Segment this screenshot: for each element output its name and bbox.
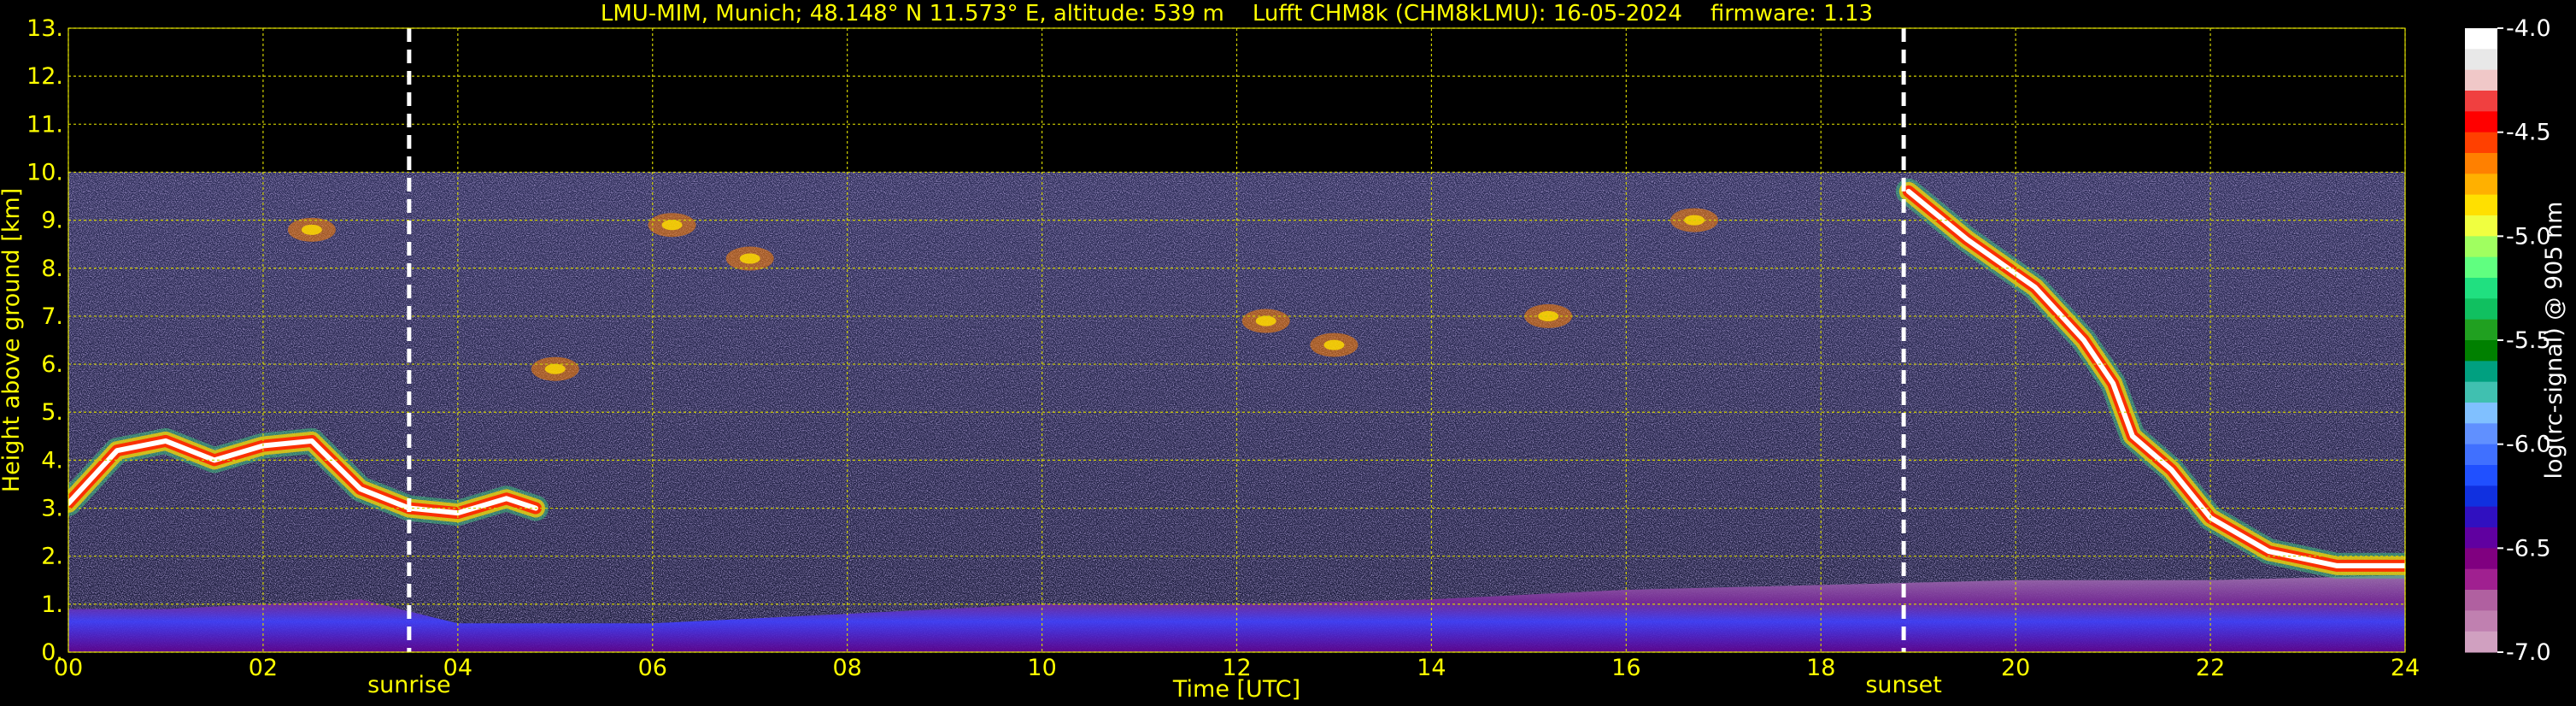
- x-tick-label: 18: [1806, 655, 1835, 681]
- colorbar-segment: [2465, 91, 2497, 112]
- colorbar-segment: [2465, 298, 2497, 321]
- colorbar-segment: [2465, 194, 2497, 216]
- colorbar-segment: [2465, 381, 2497, 403]
- sunset-label: sunset: [1865, 672, 1942, 698]
- colorbar-segment: [2465, 132, 2497, 154]
- cirrus-core: [1323, 339, 1345, 350]
- colorbar-segment: [2465, 236, 2497, 258]
- sunrise-label: sunrise: [367, 672, 451, 698]
- x-tick-label: 08: [832, 655, 861, 681]
- colorbar-segment: [2465, 69, 2497, 91]
- colorbar-tick-label: -7.0: [2506, 639, 2551, 666]
- ceilometer-chart: sunrise sunset 0.1.2.3.4.5.6.7.8.9.10.11.…: [0, 1, 2567, 703]
- y-tick-label: 1.: [41, 591, 63, 618]
- y-axis-label: Height above ground [km]: [0, 188, 25, 492]
- colorbar-segment: [2465, 485, 2497, 508]
- colorbar-tick-label: -4.0: [2506, 15, 2551, 42]
- cirrus-core: [1255, 315, 1276, 327]
- colorbar-segment: [2465, 319, 2497, 341]
- x-tick-label: 22: [2196, 655, 2225, 681]
- x-tick-label: 14: [1417, 655, 1446, 681]
- colorbar-segment: [2465, 340, 2497, 362]
- colorbar-segment: [2465, 610, 2497, 632]
- x-tick-label: 16: [1611, 655, 1640, 681]
- colorbar-label: log(rc-signal) @ 905 nm: [2541, 202, 2567, 479]
- y-tick-label: 4.: [41, 447, 63, 474]
- x-tick-label: 04: [443, 655, 472, 681]
- x-tick-label: 10: [1027, 655, 1056, 681]
- cirrus-core: [301, 224, 322, 235]
- colorbar-segment: [2465, 256, 2497, 279]
- colorbar-segment: [2465, 403, 2497, 424]
- colorbar-segment: [2465, 444, 2497, 466]
- colorbar-segment: [2465, 215, 2497, 237]
- colorbar-segment: [2465, 28, 2497, 50]
- y-tick-label: 12.: [26, 63, 63, 90]
- cirrus-core: [739, 253, 760, 264]
- colorbar-tick-label: -6.5: [2506, 535, 2551, 562]
- colorbar-segment: [2465, 361, 2497, 383]
- colorbar-segment: [2465, 278, 2497, 299]
- y-tick-label: 8.: [41, 256, 63, 282]
- y-tick-label: 3.: [41, 496, 63, 522]
- y-tick-label: 9.: [41, 208, 63, 234]
- cirrus-core: [544, 363, 566, 374]
- x-axis-label: Time [UTC]: [1172, 676, 1300, 703]
- colorbar-segment: [2465, 465, 2497, 486]
- x-tick-label: 00: [54, 655, 83, 681]
- y-tick-label: 10.: [26, 159, 63, 185]
- y-tick-labels: 0.1.2.3.4.5.6.7.8.9.10.11.12.13.: [26, 15, 63, 666]
- colorbar-segment: [2465, 568, 2497, 591]
- chart-title: LMU-MIM, Munich; 48.148° N 11.573° E, al…: [601, 1, 1873, 26]
- colorbar-segment: [2465, 527, 2497, 549]
- colorbar-tick-label: -4.5: [2506, 120, 2551, 146]
- colorbar-segment: [2465, 111, 2497, 133]
- y-tick-label: 7.: [41, 303, 63, 330]
- colorbar: -4.0-4.5-5.0-5.5-6.0-6.5-7.0: [2465, 15, 2551, 666]
- colorbar-segment: [2465, 631, 2497, 653]
- colorbar-segment: [2465, 506, 2497, 528]
- colorbar-segment: [2465, 153, 2497, 174]
- cirrus-core: [661, 220, 683, 231]
- y-tick-label: 13.: [26, 15, 63, 42]
- colorbar-segment: [2465, 548, 2497, 570]
- y-tick-label: 6.: [41, 351, 63, 378]
- x-tick-label: 24: [2391, 655, 2420, 681]
- colorbar-segment: [2465, 590, 2497, 611]
- colorbar-segment: [2465, 49, 2497, 71]
- y-tick-label: 5.: [41, 399, 63, 426]
- y-tick-label: 2.: [41, 544, 63, 570]
- x-tick-label: 06: [638, 655, 667, 681]
- x-tick-label: 20: [2001, 655, 2030, 681]
- y-tick-label: 11.: [26, 111, 63, 138]
- colorbar-segment: [2465, 423, 2497, 445]
- colorbar-segment: [2465, 174, 2497, 196]
- x-tick-label: 02: [249, 655, 278, 681]
